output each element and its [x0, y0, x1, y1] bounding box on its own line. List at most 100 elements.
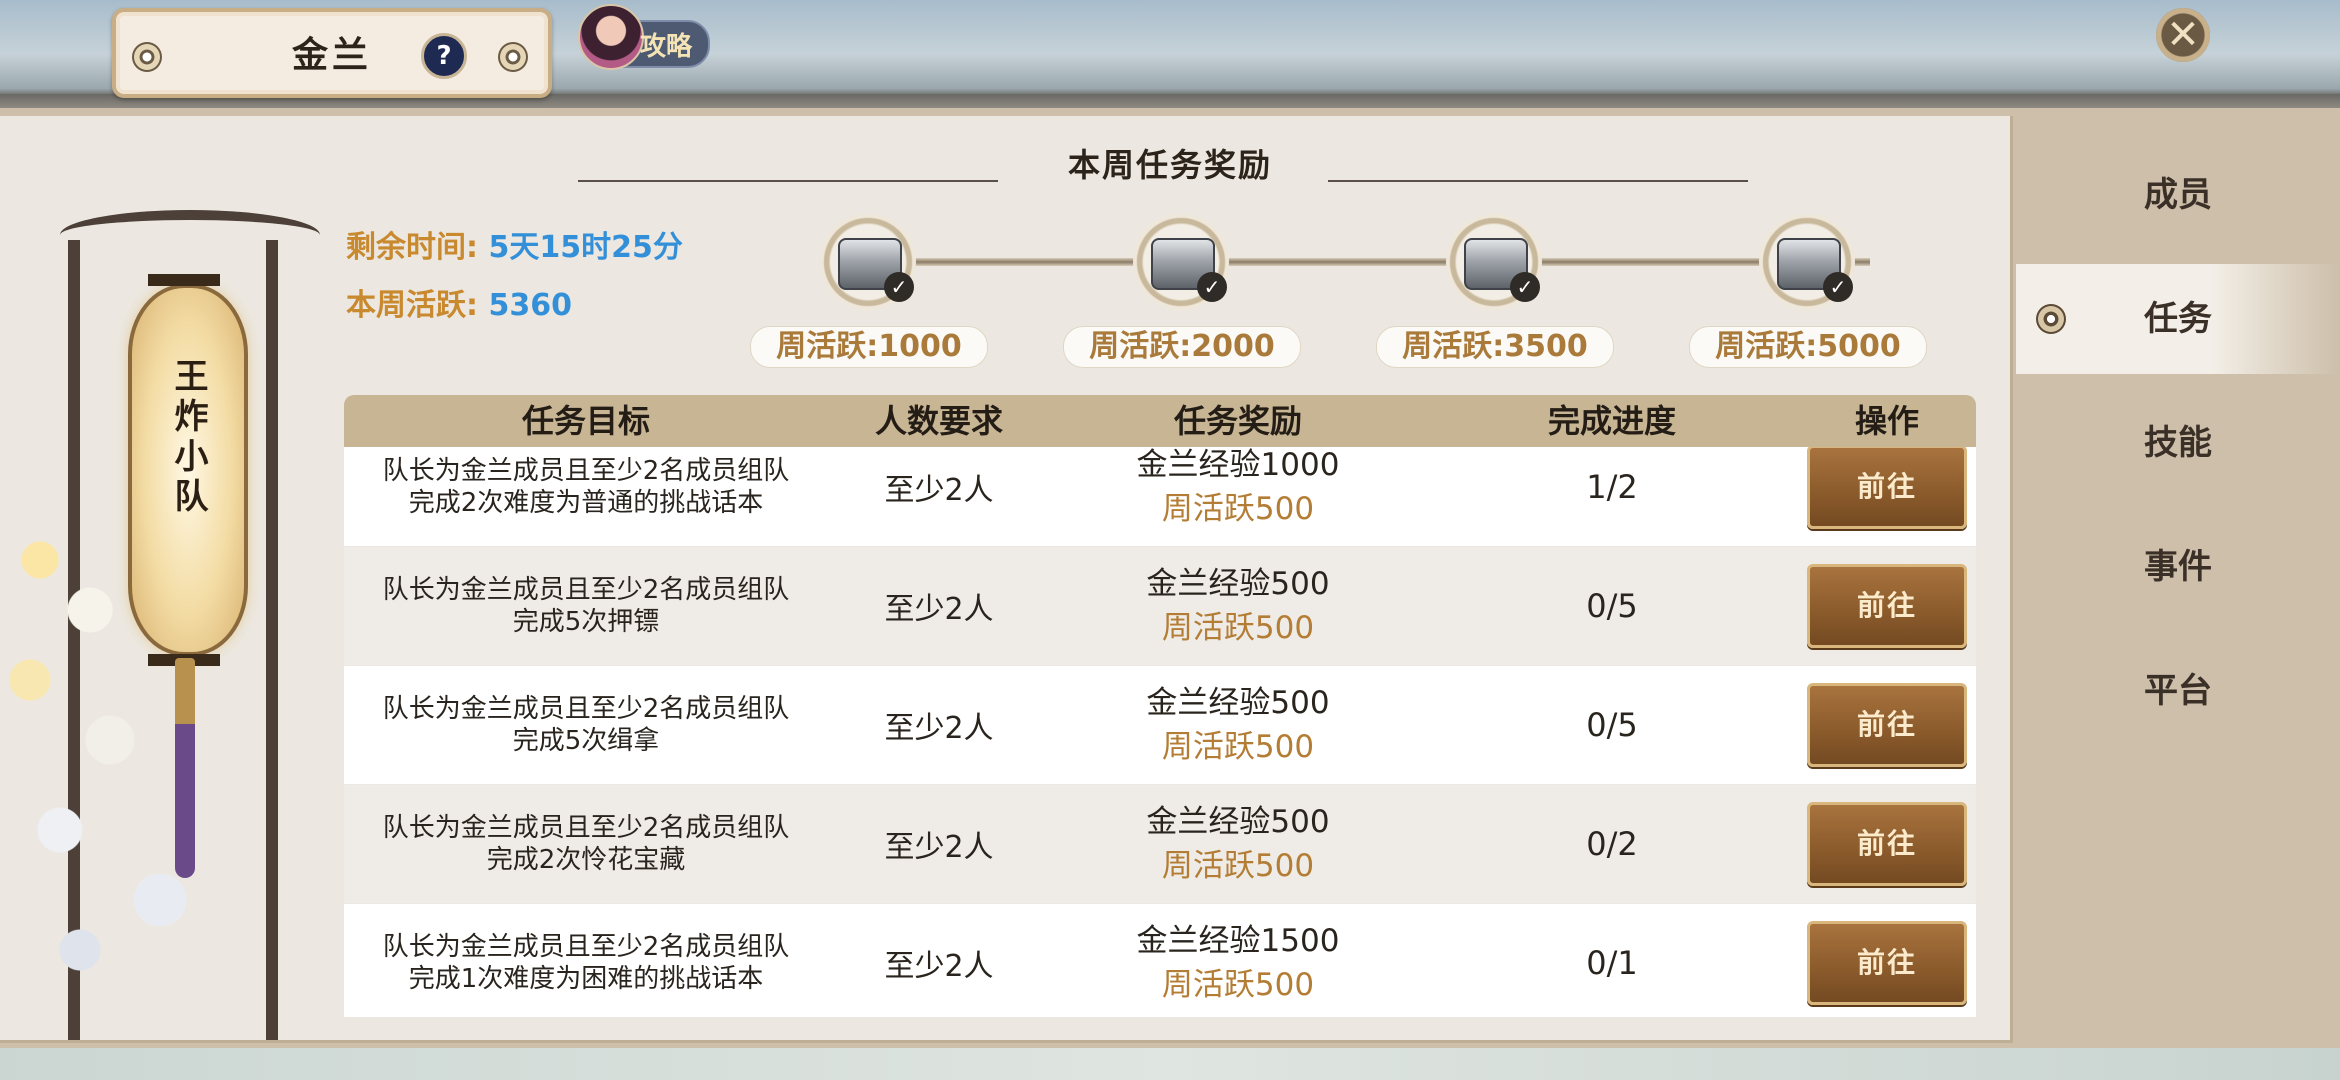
- task-table: 任务目标 人数要求 任务奖励 完成进度 操作 队长为金兰成员且至少2名成员组队 …: [344, 395, 1976, 1017]
- remaining-time-value: 5天15时25分: [488, 230, 683, 265]
- side-nav: 成员 任务 技能 事件 平台: [2016, 140, 2340, 740]
- task-goal-line: 队长为金兰成员且至少2名成员组队: [382, 456, 790, 486]
- task-people: 至少2人: [884, 711, 994, 746]
- table-row: 队长为金兰成员且至少2名成员组队 完成1次难度为困难的挑战话本 至少2人 金兰经…: [344, 904, 1976, 1017]
- task-goal-line: 完成2次怜花宝藏: [486, 845, 686, 875]
- task-goal-line: 队长为金兰成员且至少2名成员组队: [382, 575, 790, 605]
- reward-activity: 周活跃500: [1161, 491, 1315, 527]
- title-rule-right: [1328, 180, 1748, 182]
- nav-item-events[interactable]: 事件: [2016, 512, 2340, 622]
- task-action: 前往: [1798, 447, 1976, 546]
- task-goal-line: 完成1次难度为困难的挑战话本: [408, 964, 764, 994]
- task-progress: 0/1: [1586, 944, 1638, 982]
- task-goal: 队长为金兰成员且至少2名成员组队 完成2次难度为普通的挑战话本: [344, 447, 828, 546]
- column-header-people: 人数要求: [874, 402, 1003, 440]
- task-reward: 金兰经验1000 周活跃500: [1050, 447, 1426, 546]
- task-action: 前往: [1798, 547, 1976, 665]
- reward-chest-1[interactable]: ✓: [820, 214, 916, 310]
- reward-exp: 金兰经验500: [1146, 685, 1330, 721]
- task-people: 至少2人: [884, 949, 994, 984]
- nav-item-label: 平台: [2144, 671, 2212, 711]
- reward-exp: 金兰经验1500: [1136, 923, 1340, 959]
- nav-item-label: 任务: [2144, 299, 2212, 339]
- nav-item-skills[interactable]: 技能: [2016, 388, 2340, 498]
- task-action: 前往: [1798, 666, 1976, 784]
- task-people: 至少2人: [884, 830, 994, 865]
- reward-exp: 金兰经验500: [1146, 804, 1330, 840]
- nav-item-members[interactable]: 成员: [2016, 140, 2340, 250]
- go-button[interactable]: 前往: [1807, 564, 1967, 648]
- guide-avatar-icon: [578, 4, 644, 70]
- selected-knot-icon: [2036, 304, 2066, 334]
- weekly-activity-label: 本周活跃:: [346, 288, 478, 323]
- task-action: 前往: [1798, 904, 1976, 1017]
- reward-chest-2[interactable]: ✓: [1133, 214, 1229, 310]
- task-goal-line: 完成2次难度为普通的挑战话本: [408, 488, 764, 518]
- title-rule-left: [578, 180, 998, 182]
- reward-activity: 周活跃500: [1161, 967, 1315, 1003]
- reward-activity: 周活跃500: [1161, 610, 1315, 646]
- reward-activity: 周活跃500: [1161, 729, 1315, 765]
- task-goal-line: 队长为金兰成员且至少2名成员组队: [382, 932, 790, 962]
- milestone-track: [870, 258, 1870, 266]
- bottom-strip: [0, 1048, 2340, 1080]
- nav-item-platform[interactable]: 平台: [2016, 636, 2340, 746]
- guide-label: 攻略: [640, 32, 693, 62]
- task-goal: 队长为金兰成员且至少2名成员组队 完成5次押镖: [344, 547, 828, 665]
- task-goal-line: 完成5次押镖: [512, 607, 660, 637]
- task-reward: 金兰经验1500 周活跃500: [1050, 904, 1426, 1017]
- task-list[interactable]: 队长为金兰成员且至少2名成员组队 完成2次难度为普通的挑战话本 至少2人 金兰经…: [344, 447, 1976, 1017]
- remaining-time-label: 剩余时间:: [346, 230, 478, 265]
- title-tab: 金兰 ?: [112, 8, 552, 98]
- nav-item-label: 技能: [2144, 423, 2212, 463]
- knot-ornament-icon: [498, 42, 528, 72]
- reward-chest-4[interactable]: ✓: [1759, 214, 1855, 310]
- go-button[interactable]: 前往: [1807, 921, 1967, 1005]
- go-button[interactable]: 前往: [1807, 447, 1967, 529]
- milestone-label: 周活跃:2000: [1063, 326, 1301, 368]
- task-goal: 队长为金兰成员且至少2名成员组队 完成1次难度为困难的挑战话本: [344, 904, 828, 1017]
- task-goal-line: 完成5次缉拿: [512, 726, 660, 756]
- weekly-activity: 本周活跃: 5360: [346, 280, 572, 324]
- table-row: 队长为金兰成员且至少2名成员组队 完成2次难度为普通的挑战话本 至少2人 金兰经…: [344, 447, 1976, 546]
- task-progress: 0/2: [1586, 825, 1638, 863]
- reward-exp: 金兰经验500: [1146, 566, 1330, 602]
- team-name: 王炸小队: [168, 358, 208, 518]
- task-people: 至少2人: [884, 592, 994, 627]
- guide-button[interactable]: 攻略: [578, 4, 710, 70]
- table-header: 任务目标 人数要求 任务奖励 完成进度 操作: [344, 395, 1976, 447]
- nav-item-label: 事件: [2144, 547, 2212, 587]
- help-button[interactable]: ?: [421, 33, 467, 79]
- task-progress: 1/2: [1586, 468, 1638, 506]
- task-goal-line: 队长为金兰成员且至少2名成员组队: [382, 813, 790, 843]
- task-goal-line: 队长为金兰成员且至少2名成员组队: [382, 694, 790, 724]
- check-icon: ✓: [1823, 272, 1853, 302]
- go-button[interactable]: 前往: [1807, 802, 1967, 886]
- column-header-reward: 任务奖励: [1173, 402, 1302, 440]
- remaining-time: 剩余时间: 5天15时25分: [346, 222, 683, 266]
- close-button[interactable]: ✕: [2156, 8, 2210, 62]
- reward-exp: 金兰经验1000: [1136, 447, 1340, 483]
- nav-item-tasks[interactable]: 任务: [2016, 264, 2340, 374]
- check-icon: ✓: [1197, 272, 1227, 302]
- go-button[interactable]: 前往: [1807, 683, 1967, 767]
- milestone-label: 周活跃:3500: [1376, 326, 1614, 368]
- task-progress: 0/5: [1586, 706, 1638, 744]
- table-row: 队长为金兰成员且至少2名成员组队 完成5次缉拿 至少2人 金兰经验500 周活跃…: [344, 666, 1976, 784]
- reward-activity: 周活跃500: [1161, 848, 1315, 884]
- milestone-label: 周活跃:1000: [750, 326, 988, 368]
- milestone-label: 周活跃:5000: [1689, 326, 1927, 368]
- check-icon: ✓: [884, 272, 914, 302]
- column-header-goal: 任务目标: [521, 402, 650, 440]
- task-reward: 金兰经验500 周活跃500: [1050, 666, 1426, 784]
- reward-chest-3[interactable]: ✓: [1446, 214, 1542, 310]
- column-header-action: 操作: [1854, 402, 1919, 440]
- flower-decoration: [0, 500, 260, 1040]
- task-people: 至少2人: [884, 473, 994, 508]
- task-goal: 队长为金兰成员且至少2名成员组队 完成2次怜花宝藏: [344, 785, 828, 903]
- column-header-progress: 完成进度: [1547, 402, 1676, 440]
- task-goal: 队长为金兰成员且至少2名成员组队 完成5次缉拿: [344, 666, 828, 784]
- check-icon: ✓: [1510, 272, 1540, 302]
- table-row: 队长为金兰成员且至少2名成员组队 完成5次押镖 至少2人 金兰经验500 周活跃…: [344, 547, 1976, 665]
- section-title: 本周任务奖励: [1067, 146, 1272, 184]
